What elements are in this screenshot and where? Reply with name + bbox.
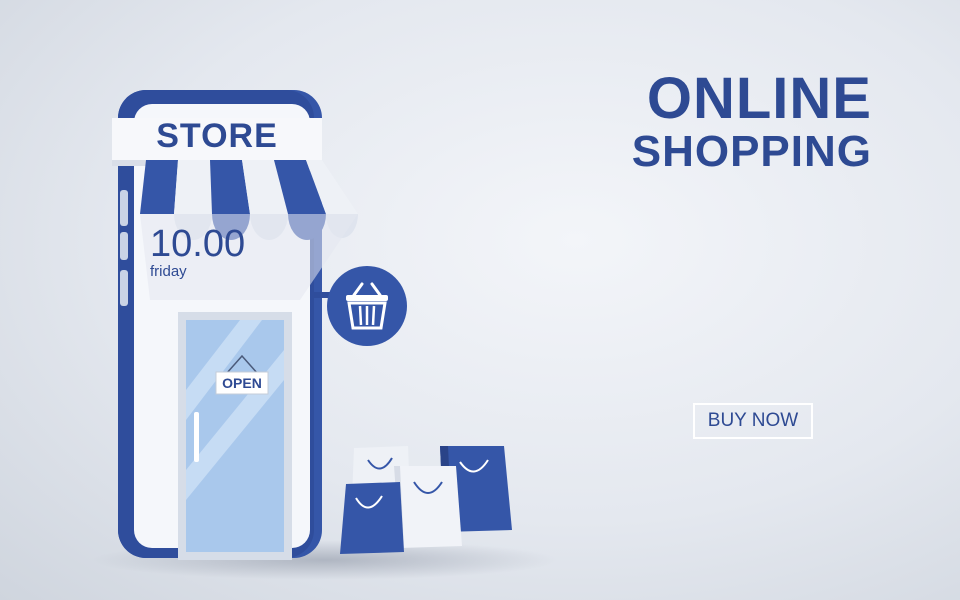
headline-line-2: SHOPPING xyxy=(631,127,872,176)
store-door xyxy=(178,312,292,560)
open-sign-text: OPEN xyxy=(222,375,262,391)
headline: ONLINE SHOPPING xyxy=(612,70,872,176)
shopping-bag-icon xyxy=(394,466,462,548)
basket-sign xyxy=(310,266,407,346)
buy-now-button[interactable]: BUY NOW xyxy=(693,403,813,439)
clock-time: 10.00 xyxy=(150,223,246,265)
headline-line-1: ONLINE xyxy=(646,66,872,131)
clock-day: friday xyxy=(150,263,187,280)
store-sign-text: STORE xyxy=(156,116,278,155)
shopping-bag-icon xyxy=(340,482,404,554)
phone-clock: 10.00 friday xyxy=(150,224,245,280)
